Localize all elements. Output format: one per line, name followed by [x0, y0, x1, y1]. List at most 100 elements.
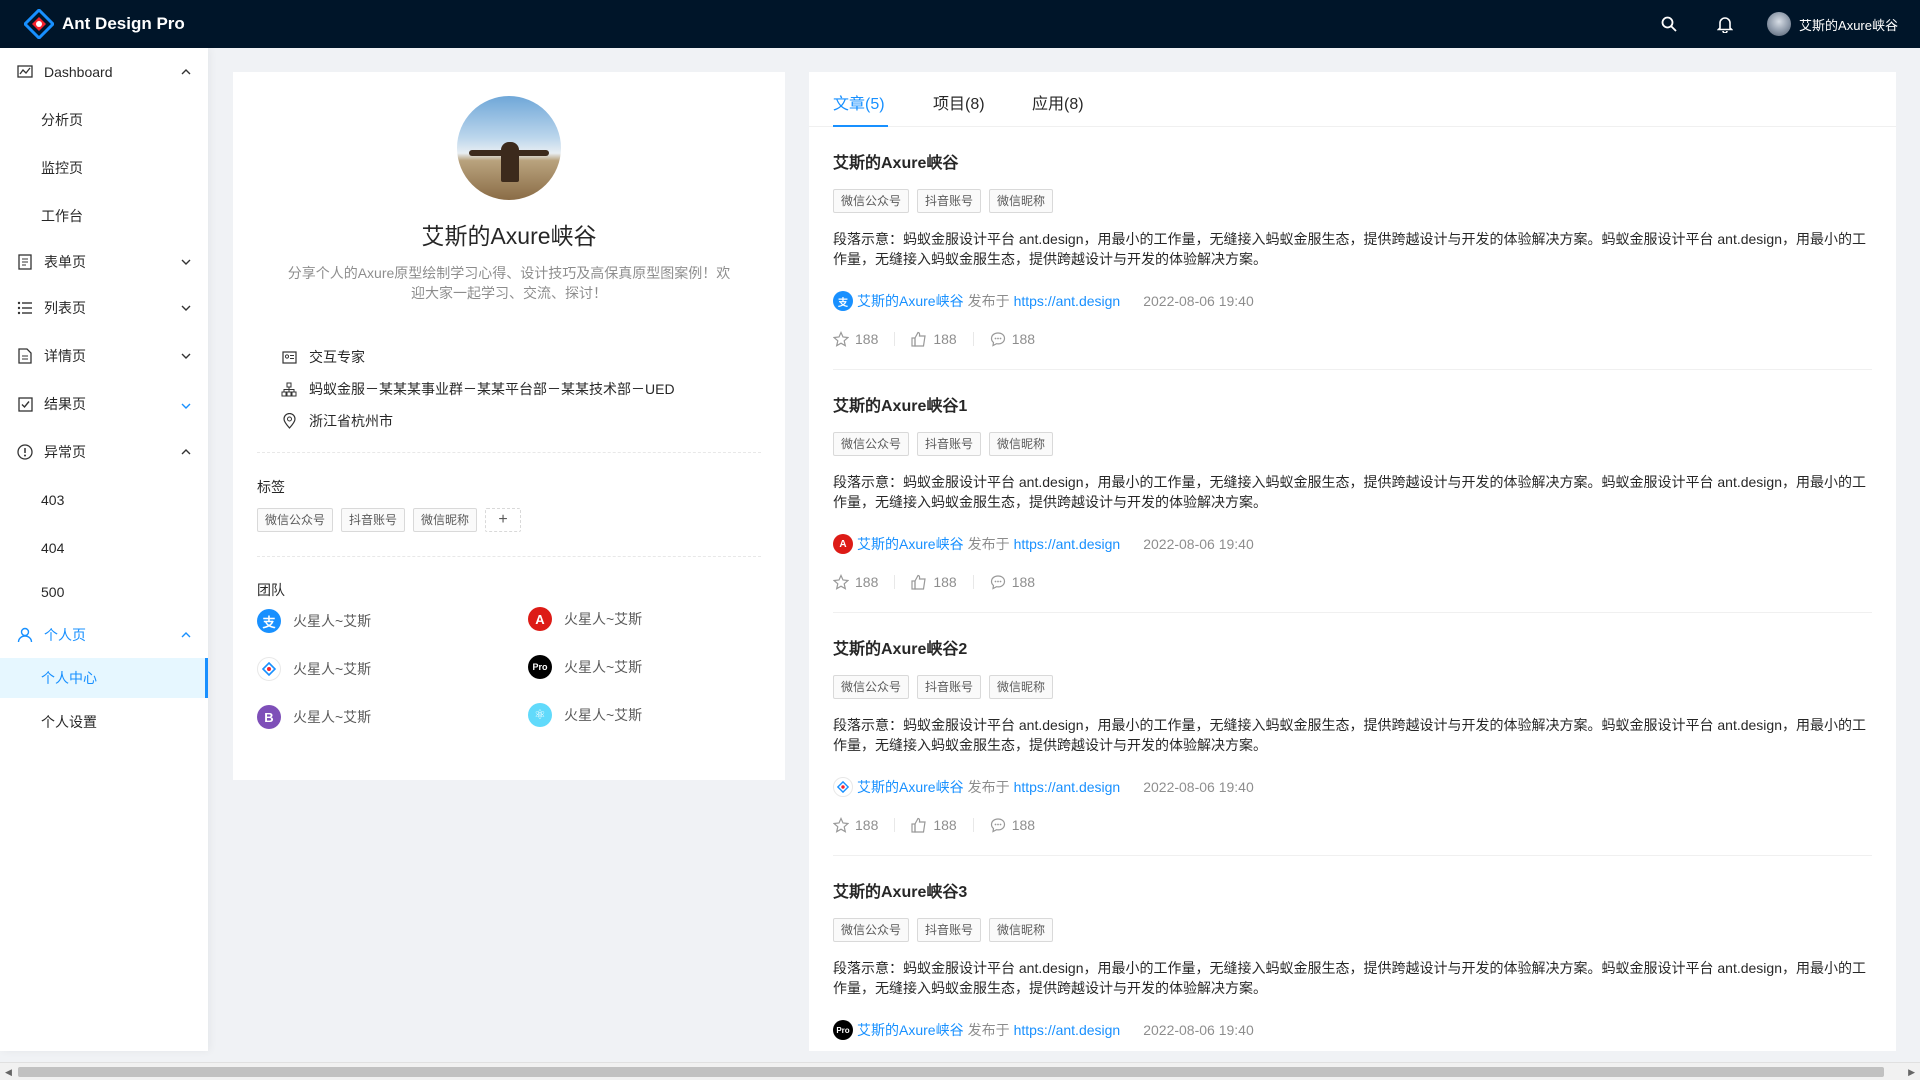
tag[interactable]: 微信公众号: [833, 675, 910, 699]
scroll-left-icon[interactable]: ◀: [5, 1067, 12, 1078]
scroll-right-icon[interactable]: ▶: [1908, 1067, 1915, 1078]
team-member[interactable]: Pro 火星人~艾斯: [528, 655, 642, 679]
tag[interactable]: 抖音账号: [917, 189, 982, 213]
star-count: 188: [855, 574, 879, 590]
tab-applications[interactable]: 应用(8): [1032, 90, 1084, 114]
sidebar-item-500[interactable]: 500: [0, 572, 208, 612]
team-member-name: 火星人~艾斯: [293, 613, 372, 629]
published-label: 发布于: [967, 536, 1010, 552]
tag[interactable]: 微信公众号: [257, 508, 334, 532]
profile-description-line: 迎大家一起学习、交流、探讨！: [411, 285, 607, 301]
sidebar-item-dashboard[interactable]: Dashboard: [0, 48, 208, 96]
article-author[interactable]: 艾斯的Axure峡谷: [857, 777, 964, 797]
sidebar-item-account-settings[interactable]: 个人设置: [0, 698, 208, 746]
team-member-name: 火星人~艾斯: [293, 661, 372, 677]
search-icon: [1661, 16, 1677, 32]
like-action[interactable]: 188: [911, 817, 957, 833]
chevron-up-icon: [181, 632, 191, 638]
team-member-name: 火星人~艾斯: [564, 659, 643, 675]
article-url[interactable]: https://ant.design: [1014, 293, 1121, 309]
angular-icon: A: [833, 534, 853, 554]
article-author[interactable]: 艾斯的Axure峡谷: [857, 1020, 964, 1040]
tag[interactable]: 微信公众号: [833, 918, 910, 942]
add-tag-button[interactable]: +: [485, 508, 522, 532]
team-member[interactable]: 支 火星人~艾斯: [257, 609, 371, 633]
article-title[interactable]: 艾斯的Axure峡谷3: [833, 881, 1872, 905]
tag[interactable]: 微信昵称: [989, 189, 1054, 213]
team-member[interactable]: ⚛ 火星人~艾斯: [528, 703, 642, 727]
tag[interactable]: 抖音账号: [917, 918, 982, 942]
like-count: 188: [933, 331, 957, 347]
sidebar-item-exception[interactable]: 异常页: [0, 428, 208, 476]
article-url[interactable]: https://ant.design: [1014, 536, 1121, 552]
app-title: Ant Design Pro: [62, 14, 185, 33]
tag[interactable]: 微信昵称: [989, 432, 1054, 456]
message-action[interactable]: 188: [990, 331, 1035, 347]
tag[interactable]: 抖音账号: [341, 508, 406, 532]
react-icon: ⚛: [528, 703, 552, 727]
profile-description-line: 分享个人的Axure原型绘制学习心得、设计技巧及高保真原型图案例！欢: [287, 265, 731, 281]
tag[interactable]: 抖音账号: [917, 432, 982, 456]
article-author[interactable]: 艾斯的Axure峡谷: [857, 534, 964, 554]
sidebar-item-result[interactable]: 结果页: [0, 380, 208, 428]
scrollbar-thumb[interactable]: [18, 1067, 1884, 1077]
team-member[interactable]: A 火星人~艾斯: [528, 607, 642, 631]
article-title[interactable]: 艾斯的Axure峡谷1: [833, 395, 1872, 419]
article-title[interactable]: 艾斯的Axure峡谷2: [833, 638, 1872, 662]
sidebar-item-404[interactable]: 404: [0, 524, 208, 572]
article-time: 2022-08-06 19:40: [1143, 536, 1254, 552]
profile-card: 艾斯的Axure峡谷 分享个人的Axure原型绘制学习心得、设计技巧及高保真原型…: [233, 72, 785, 780]
like-count: 188: [933, 574, 957, 590]
article-url[interactable]: https://ant.design: [1014, 779, 1121, 795]
star-action[interactable]: 188: [833, 574, 878, 590]
sidebar-item-analysis[interactable]: 分析页: [0, 96, 208, 144]
team-member[interactable]: B 火星人~艾斯: [257, 705, 371, 729]
sidebar-item-list[interactable]: 列表页: [0, 284, 208, 332]
file-text-icon: [16, 347, 34, 365]
tag[interactable]: 抖音账号: [917, 675, 982, 699]
sidebar-item-label: 表单页: [44, 254, 86, 270]
article-time: 2022-08-06 19:40: [1143, 1022, 1254, 1038]
sidebar-item-label: 列表页: [44, 300, 86, 316]
like-action[interactable]: 188: [911, 574, 957, 590]
tag[interactable]: 微信昵称: [989, 675, 1054, 699]
article-url[interactable]: https://ant.design: [1014, 1022, 1121, 1038]
message-action[interactable]: 188: [990, 817, 1035, 833]
sidebar-item-account[interactable]: 个人页: [0, 612, 208, 658]
like-icon: [911, 331, 927, 347]
article-title[interactable]: 艾斯的Axure峡谷: [833, 152, 1872, 176]
logo[interactable]: Ant Design Pro: [24, 0, 185, 48]
sidebar-item-profile[interactable]: 详情页: [0, 332, 208, 380]
divider: [257, 452, 761, 453]
horizontal-scrollbar[interactable]: ◀ ▶: [0, 1062, 1920, 1080]
tab-articles[interactable]: 文章(5): [833, 90, 885, 114]
article-paragraph: 段落示意：蚂蚁金服设计平台 ant.design，用最小的工作量，无缝接入蚂蚁金…: [833, 960, 1866, 996]
top-header: Ant Design Pro 艾斯的Axure峡谷: [0, 0, 1920, 48]
check-square-icon: [16, 395, 34, 413]
star-action[interactable]: 188: [833, 817, 878, 833]
sidebar-item-form[interactable]: 表单页: [0, 240, 208, 284]
tag[interactable]: 微信昵称: [413, 508, 478, 532]
article-author[interactable]: 艾斯的Axure峡谷: [857, 291, 964, 311]
message-action[interactable]: 188: [990, 574, 1035, 590]
sidebar-item-403[interactable]: 403: [0, 476, 208, 524]
tag[interactable]: 微信昵称: [989, 918, 1054, 942]
user-name: 艾斯的Axure峡谷: [1799, 17, 1898, 33]
warning-circle-icon: [16, 443, 34, 461]
team-member[interactable]: 火星人~艾斯: [257, 657, 371, 681]
search-button[interactable]: [1641, 0, 1697, 48]
tag[interactable]: 微信公众号: [833, 432, 910, 456]
tag[interactable]: 微信公众号: [833, 189, 910, 213]
alipay-icon: 支: [833, 291, 853, 311]
sidebar-item-workplace[interactable]: 工作台: [0, 192, 208, 240]
user-menu[interactable]: 艾斯的Axure峡谷: [1753, 0, 1920, 48]
sidebar-item-label: Dashboard: [44, 64, 113, 80]
star-icon: [833, 331, 849, 347]
notification-button[interactable]: [1697, 0, 1753, 48]
star-action[interactable]: 188: [833, 331, 878, 347]
like-action[interactable]: 188: [911, 331, 957, 347]
tab-projects[interactable]: 项目(8): [933, 90, 985, 114]
sidebar-item-account-center[interactable]: 个人中心: [0, 658, 208, 698]
sidebar-item-monitor[interactable]: 监控页: [0, 144, 208, 192]
sidebar: Dashboard 分析页 监控页 工作台 表单页 列表页 详情页 结果页 异常…: [0, 48, 208, 1051]
